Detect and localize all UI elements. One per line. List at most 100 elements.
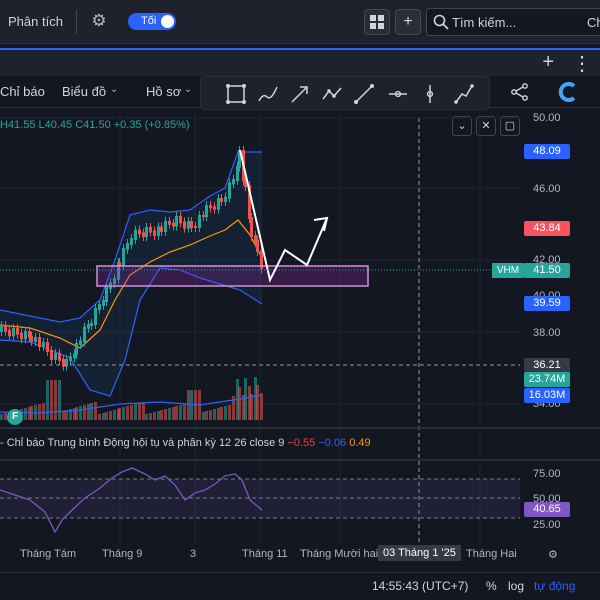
volume-bar xyxy=(209,410,212,420)
candle-body xyxy=(202,215,205,217)
volume-bar xyxy=(145,414,148,420)
grid-icon xyxy=(370,15,384,29)
log-toggle[interactable]: log xyxy=(508,579,524,593)
time-axis[interactable]: Tháng Tám Tháng 9 3 Tháng 11 Tháng Mười … xyxy=(0,545,600,565)
more-icon[interactable]: ⋮ xyxy=(572,51,592,76)
path-tool-icon[interactable] xyxy=(321,83,343,105)
candle-body xyxy=(38,337,41,347)
lower-band-price-tag: 39.59 xyxy=(524,296,570,311)
volume-bar xyxy=(138,403,141,420)
volume-bar xyxy=(122,407,125,420)
time-label: Tháng 11 xyxy=(242,548,288,560)
volume-bar xyxy=(187,390,190,420)
candle-body xyxy=(105,287,108,302)
crosshair-price-tag: 36.21 xyxy=(524,358,570,373)
tab-strip: + ⋮ xyxy=(0,48,600,76)
volume-bar xyxy=(109,411,112,420)
brush-tool-icon[interactable] xyxy=(257,83,279,105)
candle-body xyxy=(213,206,216,210)
add-button[interactable]: + xyxy=(395,9,421,35)
candle-body xyxy=(250,217,253,237)
rsi-axis[interactable]: 75.0050.0025.00 xyxy=(533,468,561,531)
volume-bar xyxy=(118,408,121,420)
app-logo-icon xyxy=(558,82,576,102)
pitchfork-tool-icon[interactable] xyxy=(453,83,475,105)
candle-body xyxy=(90,323,93,326)
chevron-down-icon: ⌄ xyxy=(110,84,119,95)
time-label: 3 xyxy=(190,548,197,560)
volume-tag: 23.74M xyxy=(524,372,570,387)
candle-body xyxy=(149,227,152,233)
candle-body xyxy=(220,198,223,202)
candle-body xyxy=(228,182,231,199)
candle-body xyxy=(20,332,23,340)
add-tab-icon[interactable]: + xyxy=(542,51,554,74)
volume-bar xyxy=(238,387,241,420)
profile-menu[interactable]: Hồ sơ xyxy=(146,84,181,99)
candle-body xyxy=(183,221,186,229)
candle-body xyxy=(134,229,137,240)
candle-body xyxy=(153,230,156,236)
time-label: Tháng Tám xyxy=(20,548,77,560)
volume-bar xyxy=(142,402,145,420)
upper-band-price-tag: 48.09 xyxy=(524,144,570,159)
chevron-down-icon: ⌄ xyxy=(184,84,193,95)
rectangle-tool-icon[interactable] xyxy=(225,83,247,105)
candle-body xyxy=(54,352,57,360)
support-zone[interactable] xyxy=(96,265,369,287)
volume-bar xyxy=(224,406,227,420)
volume-bar xyxy=(260,393,263,420)
volume-bar xyxy=(130,405,133,420)
candle-body xyxy=(8,329,11,337)
clock-text: 14:55:43 (UTC+7) xyxy=(372,579,469,593)
percent-toggle[interactable]: % xyxy=(486,579,497,593)
share-icon[interactable] xyxy=(510,82,530,102)
volume-bar xyxy=(183,404,186,420)
price-chart[interactable]: 50.0046.0042.0040.0038.0036.0034.00 75.0… xyxy=(0,110,600,565)
layout-grid-button[interactable] xyxy=(364,9,390,35)
macd-legend: - Chỉ báo Trung bình Động hội tụ và phân… xyxy=(0,437,371,449)
arrow-tool-icon[interactable] xyxy=(289,83,311,105)
trend-line-tool-icon[interactable] xyxy=(353,83,375,105)
time-label: Tháng 9 xyxy=(102,548,143,560)
candle-body xyxy=(75,343,78,356)
volume-bar xyxy=(205,411,208,420)
candle-body xyxy=(122,248,125,266)
theme-toggle[interactable]: Tối xyxy=(128,13,176,30)
volume-bar xyxy=(160,410,163,420)
vertical-line-tool-icon[interactable] xyxy=(419,83,441,105)
candle-body xyxy=(194,226,197,228)
selected-date-label: 03 Tháng 1 '25 xyxy=(378,545,461,561)
ma-price-tag: 43.84 xyxy=(524,221,570,236)
candle-body xyxy=(179,216,182,224)
candle-body xyxy=(126,243,129,250)
volume-ma-tag: 16.03M xyxy=(524,388,570,403)
candle-body xyxy=(79,340,82,345)
event-badge[interactable]: F xyxy=(7,409,23,425)
chart-type-menu[interactable]: Biểu đồ xyxy=(62,84,106,99)
candle-body xyxy=(50,350,53,360)
horizontal-line-tool-icon[interactable] xyxy=(387,83,409,105)
volume-bar xyxy=(38,404,41,420)
macd-value-1: −0.55 xyxy=(287,437,316,449)
time-settings-icon[interactable]: ⚙ xyxy=(548,548,558,561)
search-input[interactable]: Tìm kiếm... Ch xyxy=(426,8,600,36)
candle-body xyxy=(102,300,105,306)
rsi-tick-label: 75.00 xyxy=(533,468,561,480)
ticker-tag: VHM xyxy=(492,263,524,278)
macd-label: Chỉ báo Trung bình Động hội tụ và phân k… xyxy=(6,437,216,449)
candle-body xyxy=(190,221,193,228)
candle-body xyxy=(187,221,190,229)
auto-toggle[interactable]: tự động xyxy=(534,579,575,593)
volume-bar xyxy=(244,378,247,420)
candle-body xyxy=(46,342,49,352)
volume-bar xyxy=(256,385,259,420)
volume-bar xyxy=(50,380,53,420)
last-price-tag: 41.50 xyxy=(524,263,570,278)
candle-body xyxy=(98,304,101,310)
volume-bar xyxy=(157,411,160,420)
candle-body xyxy=(256,240,259,252)
gear-icon[interactable]: ⚙ xyxy=(90,12,108,30)
volume-bar xyxy=(164,409,167,420)
indicators-menu[interactable]: Chỉ báo xyxy=(0,84,45,99)
